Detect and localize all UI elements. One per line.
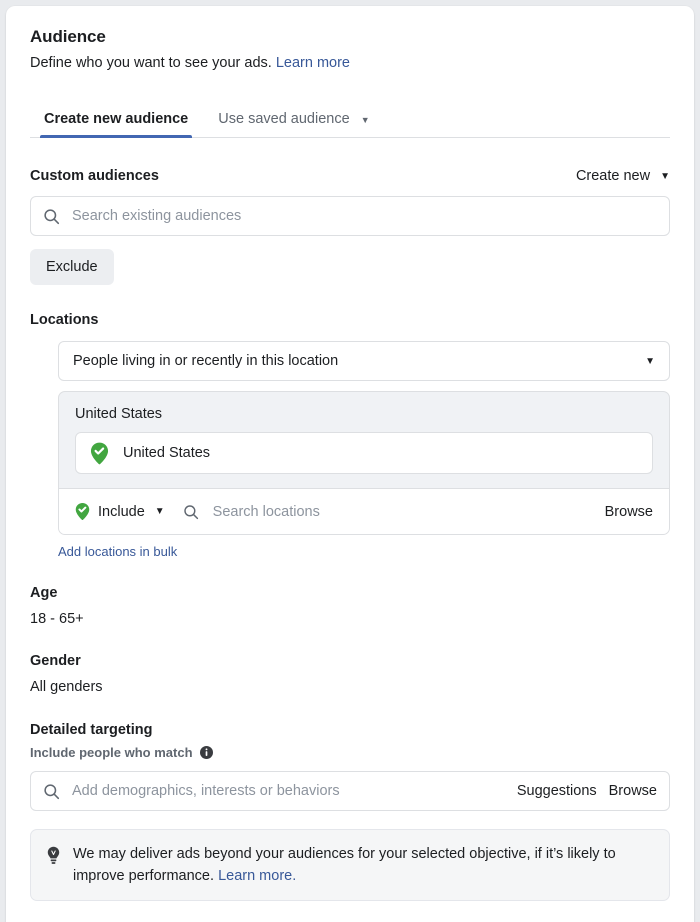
search-icon <box>43 208 60 225</box>
location-chip-label: United States <box>123 445 211 461</box>
locations-section: Locations People living in or recently i… <box>30 310 670 561</box>
delivery-notice: We may deliver ads beyond your audiences… <box>30 829 670 901</box>
custom-audiences-search-placeholder: Search existing audiences <box>72 208 242 224</box>
selected-locations-panel: United States United States Include ▼ Se… <box>58 391 670 535</box>
page-title: Audience <box>30 27 106 46</box>
gender-value: All genders <box>30 679 103 695</box>
gender-section: Gender All genders <box>30 651 670 697</box>
detailed-targeting-section: Detailed targeting Include people who ma… <box>30 720 670 811</box>
tab-use-saved-audience-label: Use saved audience <box>218 111 350 127</box>
tab-use-saved-audience[interactable]: Use saved audience ▼ <box>202 111 385 137</box>
audience-card: Audience Define who you want to see your… <box>6 6 694 922</box>
location-search-placeholder[interactable]: Search locations <box>213 504 595 520</box>
locations-label: Locations <box>30 312 99 328</box>
location-group-title: United States <box>75 406 163 422</box>
location-scope-selected-value: People living in or recently in this loc… <box>73 353 339 369</box>
chevron-down-icon: ▼ <box>360 115 370 125</box>
location-pin-check-icon <box>90 442 109 465</box>
location-include-dropdown[interactable]: Include ▼ <box>75 502 165 521</box>
location-chip-united-states[interactable]: United States <box>75 432 653 474</box>
chevron-down-icon: ▼ <box>660 170 670 182</box>
age-label: Age <box>30 585 58 601</box>
tab-create-new-audience-label: Create new audience <box>44 111 189 127</box>
custom-audiences-section: Custom audiences Create new ▼ Search exi… <box>30 166 670 285</box>
chevron-down-icon: ▼ <box>645 355 655 367</box>
delivery-notice-text: We may deliver ads beyond your audiences… <box>73 846 616 884</box>
tab-create-new-audience[interactable]: Create new audience <box>30 111 202 138</box>
create-new-audience-label: Create new <box>575 168 651 184</box>
delivery-notice-text-wrap: We may deliver ads beyond your audiences… <box>73 843 654 887</box>
delivery-notice-learn-more-link[interactable]: Learn more. <box>218 868 296 884</box>
custom-audiences-search-input[interactable]: Search existing audiences <box>30 196 670 236</box>
search-icon <box>43 783 60 800</box>
info-icon[interactable] <box>199 746 213 759</box>
location-include-label: Include <box>98 503 145 520</box>
locations-browse-button[interactable]: Browse <box>605 504 653 520</box>
chevron-down-icon: ▼ <box>154 506 165 517</box>
page-subtitle-text: Define who you want to see your ads. <box>30 55 272 71</box>
detailed-targeting-search-input[interactable]: Add demographics, interests or behaviors… <box>30 771 670 811</box>
search-icon <box>183 504 199 520</box>
add-locations-in-bulk-link[interactable]: Add locations in bulk <box>58 544 177 559</box>
age-value: 18 - 65+ <box>30 611 84 627</box>
custom-audiences-label: Custom audiences <box>30 168 159 184</box>
detailed-targeting-browse-button[interactable]: Browse <box>609 783 657 799</box>
gender-label: Gender <box>30 653 81 669</box>
custom-audiences-header: Custom audiences Create new ▼ <box>30 166 670 186</box>
exclude-button[interactable]: Exclude <box>30 249 114 285</box>
location-scope-select[interactable]: People living in or recently in this loc… <box>58 341 670 381</box>
detailed-targeting-sublabel-row: Include people who match <box>30 745 670 760</box>
age-section: Age 18 - 65+ <box>30 583 670 629</box>
location-search-row: Include ▼ Search locations Browse <box>59 488 669 534</box>
detailed-targeting-actions: Suggestions Browse <box>517 783 657 799</box>
locations-body: People living in or recently in this loc… <box>58 341 670 561</box>
audience-tabs: Create new audience Use saved audience ▼ <box>30 100 670 138</box>
detailed-targeting-sublabel: Include people who match <box>30 745 193 760</box>
header-learn-more-link[interactable]: Learn more <box>276 55 350 71</box>
page-background: Audience Define who you want to see your… <box>0 0 700 922</box>
audience-header: Audience Define who you want to see your… <box>30 26 670 73</box>
create-new-audience-button[interactable]: Create new ▼ <box>576 168 670 184</box>
detailed-targeting-suggestions-button[interactable]: Suggestions <box>517 783 597 799</box>
detailed-targeting-search-placeholder: Add demographics, interests or behaviors <box>72 783 340 799</box>
page-subtitle: Define who you want to see your ads. Lea… <box>30 53 670 73</box>
detailed-targeting-label: Detailed targeting <box>30 722 153 738</box>
lightbulb-icon <box>46 843 61 887</box>
location-pin-check-icon <box>75 502 90 521</box>
